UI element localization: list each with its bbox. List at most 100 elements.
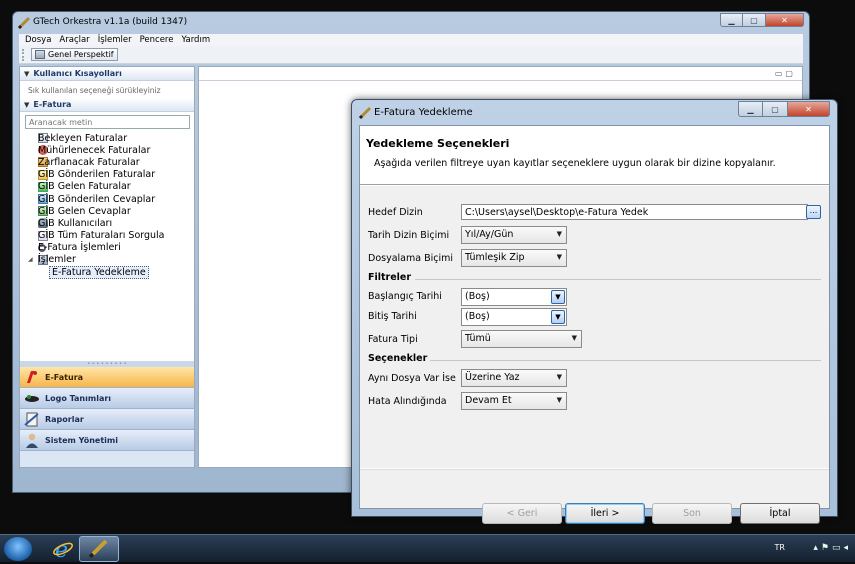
dialog-form: Hedef Dizin ... Tarih Dizin Biçimi Yıl/A… [360,186,829,468]
hata-select[interactable]: Devam Et ▼ [461,392,567,410]
dialog-heading: Yedekleme Seçenekleri [366,137,510,150]
tree-item-efatura-islemleri[interactable]: E-Fatura İşlemleri [38,242,194,254]
ayni-dosya-value: Üzerine Yaz [465,372,520,383]
dialog-banner: Yedekleme Seçenekleri Aşağıda verilen fi… [360,126,829,185]
filtreler-group-label: Filtreler [368,272,412,283]
editor-view-controls[interactable]: ▭▢ [775,69,796,78]
perspective-button[interactable]: Genel Perspektif [31,48,118,61]
menu-yardim[interactable]: Yardım [181,35,210,45]
finish-button[interactable]: Son [652,503,732,524]
next-button[interactable]: İleri > [565,503,645,524]
outlook-button-label: E-Fatura [45,372,84,382]
outlook-button-label: Logo Tanımları [45,393,112,403]
dialog-description: Aşağıda verilen filtreye uyan kayıtlar s… [374,158,776,169]
tree-item-gib-gelen-cevaplar[interactable]: GİB Gelen Cevaplar [38,205,194,217]
dialog-close-button[interactable]: ✕ [788,101,830,117]
tree-item-gib-gonderilen-cevaplar[interactable]: GİB Gönderilen Cevaplar [38,193,194,205]
backup-dialog: E-Fatura Yedekleme ▁ ▢ ✕ Yedekleme Seçen… [351,99,838,524]
outlook-button-raporlar[interactable]: Raporlar [20,409,194,430]
outlook-button-efatura[interactable]: E-Fatura [20,367,194,388]
efatura-header-label: E-Fatura [33,100,72,109]
tree-item-efatura-yedekleme[interactable]: E-Fatura Yedekleme [38,265,194,279]
bitis-date-picker[interactable]: (Boş) ▼ [461,308,567,326]
dialog-minimize-button[interactable]: ▁ [738,101,763,117]
fatura-tipi-select[interactable]: Tümü ▼ [461,330,582,348]
tree-item-label: E-Fatura Yedekleme [49,265,149,279]
efatura-tree: Bekleyen Faturalar Mühürlenecek Faturala… [20,132,194,279]
toolbar-grip[interactable] [22,48,28,61]
back-button[interactable]: < Geri [482,503,562,524]
tree-item-gib-gelen-faturalar[interactable]: GİB Gelen Faturalar [38,181,194,193]
dialog-pen-icon [358,106,372,120]
collapse-triangle-icon: ▼ [24,100,30,109]
main-titlebar[interactable]: GTech Orkestra v1.1a (build 1347) ▁ ▢ ✕ [13,12,809,34]
maximize-button[interactable]: ▢ [743,13,766,27]
report-icon [24,411,40,427]
menu-islemler[interactable]: İşlemler [98,35,132,45]
secenekler-group-label: Seçenekler [368,353,428,364]
calendar-dropdown-icon[interactable]: ▼ [551,290,565,304]
tarih-dizin-select[interactable]: Yıl/Ay/Gün ▼ [461,226,567,244]
tree-item-gib-gonderilen-faturalar[interactable]: GİB Gönderilen Faturalar [38,169,194,181]
start-button[interactable] [4,537,32,561]
system-tray-icons[interactable]: ▴⚑▭◂ [813,543,851,553]
tree-item-gib-tum-faturalar-sorgula[interactable]: GİB Tüm Faturaları Sorgula [38,230,194,242]
tree-item-label: E-Fatura İşlemleri [38,242,121,254]
tree-item-label: GİB Kullanıcıları [38,217,113,229]
minimize-button[interactable]: ▁ [720,13,743,27]
ayni-dosya-label: Aynı Dosya Var İse [368,373,456,384]
tree-item-gib-kullanicilari[interactable]: GİB Kullanıcıları [38,217,194,229]
calendar-dropdown-icon[interactable]: ▼ [551,310,565,324]
dialog-maximize-button[interactable]: ▢ [763,101,788,117]
shortcuts-header[interactable]: ▼ Kullanıcı Kısayolları [20,67,194,81]
cancel-button[interactable]: İptal [740,503,820,524]
admin-user-icon [24,432,40,448]
tree-item-islemler[interactable]: ◢ İşlemler [28,254,194,266]
shortcuts-hint: Sık kullanılan seçeneği sürükleyiniz [28,86,161,95]
menu-dosya[interactable]: Dosya [25,35,51,45]
tree-item-label: Zarflanacak Faturalar [38,156,140,168]
tree-item-label: GİB Gönderilen Cevaplar [38,193,156,205]
expanded-triangle-icon[interactable]: ◢ [28,256,36,263]
dosyalama-select[interactable]: Tümleşik Zip ▼ [461,249,567,267]
outlook-button-label: Raporlar [45,414,84,424]
baslangic-label: Başlangıç Tarihi [368,291,442,302]
main-window-controls: ▁ ▢ ✕ [720,13,804,27]
tree-item-bekleyen[interactable]: Bekleyen Faturalar [38,132,194,144]
menu-pencere[interactable]: Pencere [140,35,174,45]
dialog-content: Yedekleme Seçenekleri Aşağıda verilen fi… [359,125,830,524]
dosyalama-value: Tümleşik Zip [465,252,525,263]
tree-search-input[interactable] [25,115,190,129]
dialog-window-controls: ▁ ▢ ✕ [738,101,830,117]
dosyalama-label: Dosyalama Biçimi [368,253,453,264]
internet-explorer-icon[interactable]: e [52,538,74,560]
bitis-label: Bitiş Tarihi [368,311,417,322]
chevron-down-icon: ▼ [556,253,562,261]
ayni-dosya-select[interactable]: Üzerine Yaz ▼ [461,369,567,387]
outlook-button-sistem-yonetimi[interactable]: Sistem Yönetimi [20,430,194,451]
chevron-down-icon: ▼ [556,373,562,381]
filtreler-separator [415,279,821,280]
secenekler-separator [430,360,821,361]
hata-value: Devam Et [465,395,512,406]
tree-item-label: GİB Gelen Cevaplar [38,205,131,217]
outlook-button-label: Sistem Yönetimi [45,435,118,445]
baslangic-date-picker[interactable]: (Boş) ▼ [461,288,567,306]
browse-button[interactable]: ... [806,205,821,219]
baslangic-value: (Boş) [465,291,490,302]
language-indicator[interactable]: TR [775,543,785,552]
tree-item-muhurlenecek[interactable]: Mühürlenecek Faturalar [38,144,194,156]
menu-araclar[interactable]: Araçlar [59,35,89,45]
taskbar: e TR ▴⚑▭◂ [0,534,855,562]
main-window-title: GTech Orkestra v1.1a (build 1347) [33,17,188,27]
tree-item-zarflanacak[interactable]: Zarflanacak Faturalar [38,156,194,168]
taskbar-orkestra-button[interactable] [79,536,119,562]
app-pen-icon [17,16,31,30]
logo-icon [24,390,40,406]
outlook-bar: • • • • • • • • • E-Fatura Logo Tanımlar… [20,361,194,467]
hedef-dizin-input[interactable] [461,204,808,220]
close-button[interactable]: ✕ [766,13,804,27]
outlook-button-logo-tanimlari[interactable]: Logo Tanımları [20,388,194,409]
efatura-header[interactable]: ▼ E-Fatura [20,98,194,112]
tree-item-label: İşlemler [38,254,76,266]
